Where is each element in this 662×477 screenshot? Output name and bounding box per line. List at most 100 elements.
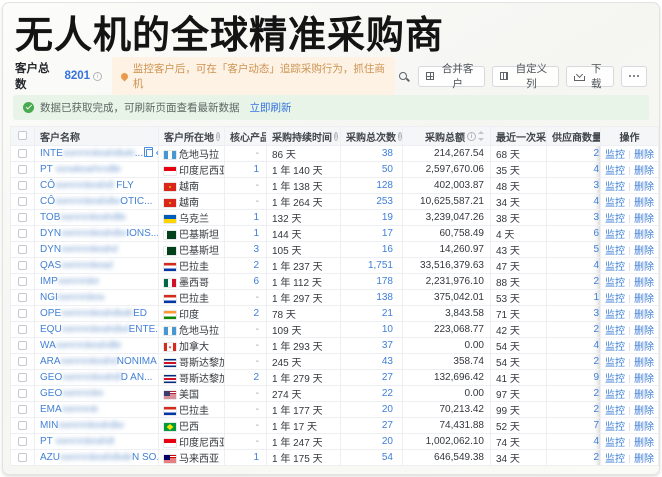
- order-count-link[interactable]: 20: [340, 433, 403, 450]
- supplier-count-link[interactable]: 3: [546, 209, 601, 226]
- monitor-link[interactable]: 监控: [605, 358, 625, 369]
- core-products-value[interactable]: -: [224, 417, 267, 434]
- customer-name-link[interactable]: OPExwnmrskeahdtwleED: [40, 308, 147, 319]
- core-products-value[interactable]: -: [224, 401, 267, 418]
- order-count-link[interactable]: 38: [340, 145, 403, 162]
- customize-columns-button[interactable]: 自定义列: [492, 63, 560, 90]
- core-products-value[interactable]: 3: [224, 241, 267, 258]
- row-checkbox[interactable]: [18, 212, 27, 222]
- row-checkbox[interactable]: [18, 340, 27, 350]
- delete-link[interactable]: 删除: [634, 166, 654, 177]
- delete-link[interactable]: 删除: [634, 150, 654, 161]
- supplier-count-link[interactable]: 5: [546, 241, 601, 258]
- order-count-link[interactable]: 16: [340, 241, 403, 258]
- core-products-value[interactable]: -: [224, 433, 267, 450]
- row-checkbox[interactable]: [18, 244, 27, 254]
- info-icon[interactable]: i: [398, 131, 402, 141]
- monitor-link[interactable]: 监控: [605, 438, 625, 449]
- supplier-count-link[interactable]: 2: [546, 273, 601, 290]
- core-products-value[interactable]: 1: [224, 161, 267, 178]
- delete-link[interactable]: 删除: [634, 406, 654, 417]
- monitor-link[interactable]: 监控: [605, 166, 625, 177]
- customer-name-link[interactable]: ARAxwnmrskeahdNONIMA: [40, 356, 157, 367]
- core-products-value[interactable]: -: [224, 177, 267, 194]
- order-count-link[interactable]: 37: [340, 337, 403, 354]
- order-count-link[interactable]: 27: [340, 369, 403, 386]
- row-checkbox[interactable]: [18, 308, 27, 318]
- core-products-value[interactable]: -: [224, 385, 267, 402]
- info-icon[interactable]: i: [93, 71, 102, 81]
- core-products-value[interactable]: -: [224, 145, 267, 162]
- monitor-link[interactable]: 监控: [605, 278, 625, 289]
- delete-link[interactable]: 删除: [634, 262, 654, 273]
- core-products-value[interactable]: 1: [224, 209, 267, 226]
- customer-name-link[interactable]: AZUxwnmrskeahdtwleN SO...: [40, 452, 158, 463]
- delete-link[interactable]: 删除: [634, 230, 654, 241]
- info-icon[interactable]: i: [216, 131, 220, 141]
- row-checkbox[interactable]: [18, 260, 27, 270]
- customer-name-link[interactable]: IMPxwnmrske: [40, 276, 99, 287]
- supplier-count-link[interactable]: 4: [546, 193, 601, 210]
- monitor-link[interactable]: 监控: [605, 150, 625, 161]
- customer-name-link[interactable]: PT xsnwkearhmdtle: [40, 164, 121, 175]
- order-count-link[interactable]: 22: [340, 385, 403, 402]
- order-count-link[interactable]: 128: [340, 177, 403, 194]
- delete-link[interactable]: 删除: [634, 438, 654, 449]
- order-count-link[interactable]: 10: [340, 321, 403, 338]
- order-count-link[interactable]: 27: [340, 417, 403, 434]
- monitor-link[interactable]: 监控: [605, 390, 625, 401]
- supplier-count-link[interactable]: 1: [546, 289, 601, 306]
- supplier-count-link[interactable]: 3: [546, 177, 601, 194]
- customer-name-link[interactable]: GEOxwnmrske: [40, 388, 104, 399]
- order-count-link[interactable]: 43: [340, 353, 403, 370]
- monitor-link[interactable]: 监控: [605, 310, 625, 321]
- download-button[interactable]: 下载: [566, 63, 614, 90]
- supplier-count-link[interactable]: 4: [546, 161, 601, 178]
- search-button[interactable]: [395, 68, 411, 84]
- row-checkbox[interactable]: [18, 404, 27, 414]
- order-count-link[interactable]: 50: [340, 161, 403, 178]
- core-products-value[interactable]: 2: [224, 257, 267, 274]
- customer-name-link[interactable]: TOBxwnmrskeahdtle: [40, 212, 126, 223]
- delete-link[interactable]: 删除: [634, 358, 654, 369]
- customer-name-link[interactable]: QASxwnmrskead: [40, 260, 113, 271]
- row-checkbox[interactable]: [18, 324, 27, 334]
- delete-link[interactable]: 删除: [634, 326, 654, 337]
- core-products-value[interactable]: -: [224, 337, 267, 354]
- info-icon[interactable]: i: [467, 131, 476, 141]
- customer-name-link[interactable]: NGIxwnmrskea: [40, 292, 104, 303]
- customer-name-link[interactable]: EQUxwnmrskeahdtwlENTE...: [40, 324, 158, 335]
- row-checkbox[interactable]: [18, 372, 27, 382]
- row-checkbox[interactable]: [18, 196, 27, 206]
- delete-link[interactable]: 删除: [634, 246, 654, 257]
- monitor-link[interactable]: 监控: [605, 182, 625, 193]
- row-checkbox[interactable]: [18, 276, 27, 286]
- order-count-link[interactable]: 20: [340, 401, 403, 418]
- core-products-value[interactable]: -: [224, 353, 267, 370]
- order-count-link[interactable]: 253: [340, 193, 403, 210]
- delete-link[interactable]: 删除: [634, 342, 654, 353]
- row-checkbox[interactable]: [18, 436, 27, 446]
- more-button[interactable]: [620, 65, 647, 87]
- supplier-count-link[interactable]: 4: [546, 433, 601, 450]
- delete-link[interactable]: 删除: [634, 198, 654, 209]
- core-products-value[interactable]: 1: [224, 449, 267, 466]
- delete-link[interactable]: 删除: [634, 310, 654, 321]
- order-count-link[interactable]: 19: [340, 209, 403, 226]
- supplier-count-link[interactable]: 2: [546, 385, 601, 402]
- row-checkbox[interactable]: [18, 180, 27, 190]
- core-products-value[interactable]: 1: [224, 225, 267, 242]
- refresh-now-link[interactable]: 立即刷新: [250, 100, 292, 115]
- supplier-count-link[interactable]: 2: [546, 145, 601, 162]
- customer-name-link[interactable]: MINxwnmrskeahdtw: [40, 420, 124, 431]
- customer-name-link[interactable]: EMAxwnmrsk: [40, 404, 98, 415]
- delete-link[interactable]: 删除: [634, 182, 654, 193]
- delete-link[interactable]: 删除: [634, 278, 654, 289]
- monitor-link[interactable]: 监控: [605, 374, 625, 385]
- row-checkbox[interactable]: [18, 228, 27, 238]
- monitor-link[interactable]: 监控: [605, 230, 625, 241]
- order-count-link[interactable]: 1,751: [340, 257, 403, 274]
- row-checkbox[interactable]: [18, 388, 27, 398]
- merge-customers-button[interactable]: 合并客户: [418, 63, 486, 90]
- core-products-value[interactable]: 2: [224, 305, 267, 322]
